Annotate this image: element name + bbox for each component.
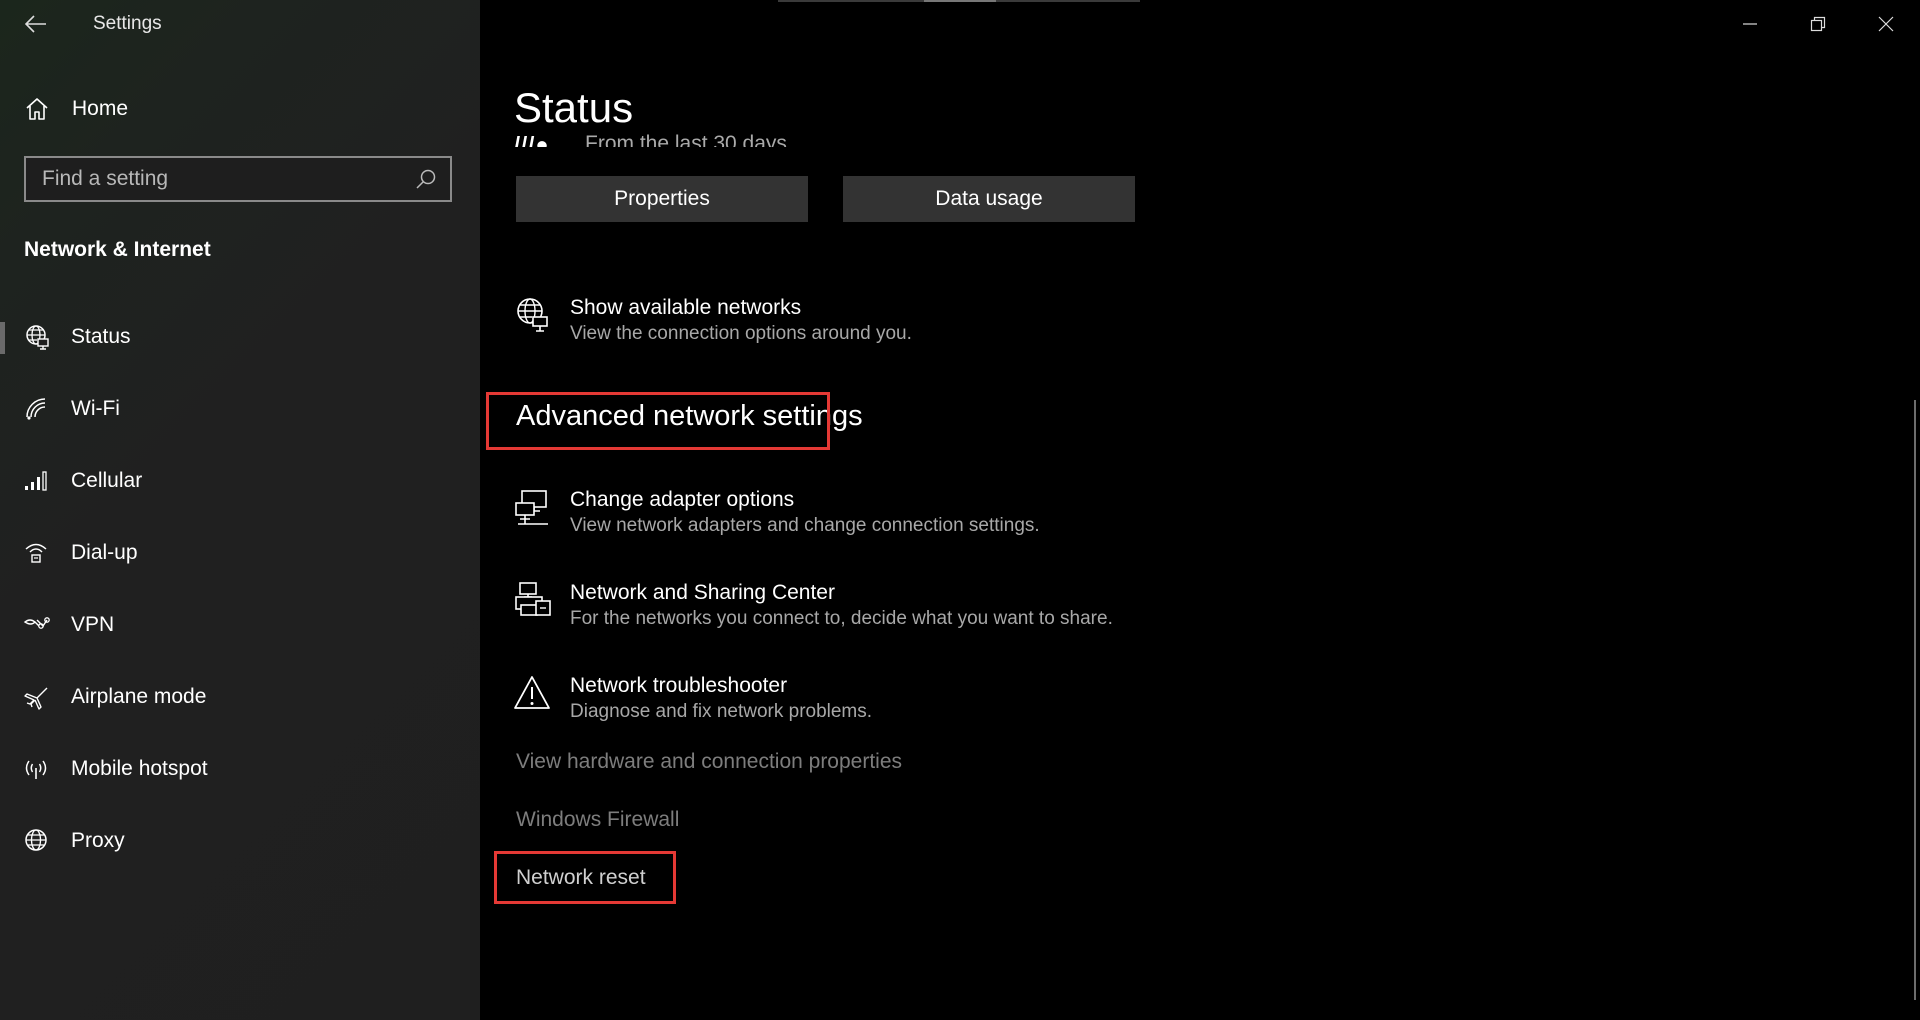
wifi-icon — [26, 398, 46, 420]
sharing-center-description: For the networks you connect to, decide … — [570, 608, 1113, 629]
close-icon — [1878, 16, 1894, 32]
adapter-icon — [515, 490, 548, 525]
section-title: Network & Internet — [24, 238, 211, 261]
home-icon — [26, 98, 48, 120]
back-arrow-icon — [25, 15, 46, 33]
main-content: Status ///● From the last 30 days Proper… — [480, 0, 1920, 1020]
window-controls — [1716, 0, 1920, 48]
sidebar-item-proxy[interactable]: Proxy — [0, 814, 480, 886]
view-hardware-properties-link[interactable]: View hardware and connection properties — [516, 750, 902, 774]
sidebar: Settings Home Network & Internet Status — [0, 0, 480, 1020]
back-button[interactable] — [22, 12, 50, 36]
sidebar-item-wifi[interactable]: Wi-Fi — [0, 382, 480, 454]
sidebar-item-status[interactable]: Status — [0, 310, 480, 382]
show-networks-description: View the connection options around you. — [570, 323, 912, 344]
minimize-button[interactable] — [1716, 0, 1784, 48]
search-box[interactable] — [24, 156, 452, 202]
sidebar-item-label: Mobile hotspot — [71, 757, 208, 780]
restore-icon — [1810, 16, 1826, 32]
restore-button[interactable] — [1784, 0, 1852, 48]
sidebar-item-vpn[interactable]: VPN — [0, 598, 480, 670]
show-available-networks-link[interactable]: Show available networks View the connect… — [514, 296, 1314, 356]
sidebar-item-label: Airplane mode — [71, 685, 207, 708]
home-label: Home — [72, 97, 129, 120]
properties-button[interactable]: Properties — [516, 176, 808, 222]
change-adapter-description: View network adapters and change connect… — [570, 515, 1040, 536]
top-indicator — [778, 0, 1140, 2]
nav-list: Status Wi-Fi Cellular Dial-up VPN Airpla… — [0, 310, 480, 886]
highlight-box-network-reset — [494, 851, 676, 904]
sidebar-item-label: Wi-Fi — [71, 397, 120, 420]
search-input[interactable] — [26, 158, 414, 200]
minimize-icon — [1743, 23, 1757, 25]
sharing-center-title: Network and Sharing Center — [570, 581, 835, 604]
dialup-icon — [25, 543, 47, 563]
cellular-icon — [25, 471, 47, 491]
warning-icon — [514, 676, 550, 709]
change-adapter-title: Change adapter options — [570, 488, 795, 511]
sidebar-item-hotspot[interactable]: Mobile hotspot — [0, 742, 480, 814]
data-usage-button[interactable]: Data usage — [843, 176, 1135, 222]
sidebar-item-dialup[interactable]: Dial-up — [0, 526, 480, 598]
status-globe-icon — [26, 325, 49, 350]
sidebar-item-label: Cellular — [71, 469, 143, 492]
search-icon[interactable] — [414, 167, 438, 191]
close-button[interactable] — [1852, 0, 1920, 48]
vertical-scrollbar[interactable] — [1914, 400, 1916, 1000]
sharing-center-icon — [515, 582, 551, 616]
sidebar-item-label: Proxy — [71, 829, 125, 852]
highlight-box-advanced-heading — [486, 392, 830, 450]
app-title: Settings — [93, 13, 162, 34]
page-title: Status — [514, 84, 634, 131]
vpn-icon — [23, 617, 50, 629]
sidebar-item-label: Status — [71, 325, 131, 348]
sidebar-item-label: VPN — [71, 613, 115, 636]
windows-firewall-link[interactable]: Windows Firewall — [516, 808, 679, 832]
top-indicator-segment — [924, 0, 996, 2]
sidebar-item-label: Dial-up — [71, 541, 138, 564]
globe-network-icon — [517, 298, 548, 332]
scroll-clip — [480, 147, 1920, 157]
troubleshooter-description: Diagnose and fix network problems. — [570, 701, 873, 722]
sidebar-item-airplane[interactable]: Airplane mode — [0, 670, 480, 742]
network-troubleshooter-link[interactable]: Network troubleshooter Diagnose and fix … — [514, 674, 1314, 734]
sidebar-item-cellular[interactable]: Cellular — [0, 454, 480, 526]
proxy-globe-icon — [25, 829, 47, 851]
hotspot-icon — [25, 760, 47, 779]
troubleshooter-title: Network troubleshooter — [570, 674, 788, 697]
change-adapter-options-link[interactable]: Change adapter options View network adap… — [514, 488, 1314, 548]
network-sharing-center-link[interactable]: Network and Sharing Center For the netwo… — [514, 581, 1314, 641]
show-networks-title: Show available networks — [570, 296, 802, 319]
home-nav-item[interactable]: Home — [0, 88, 480, 130]
airplane-icon — [24, 687, 48, 710]
